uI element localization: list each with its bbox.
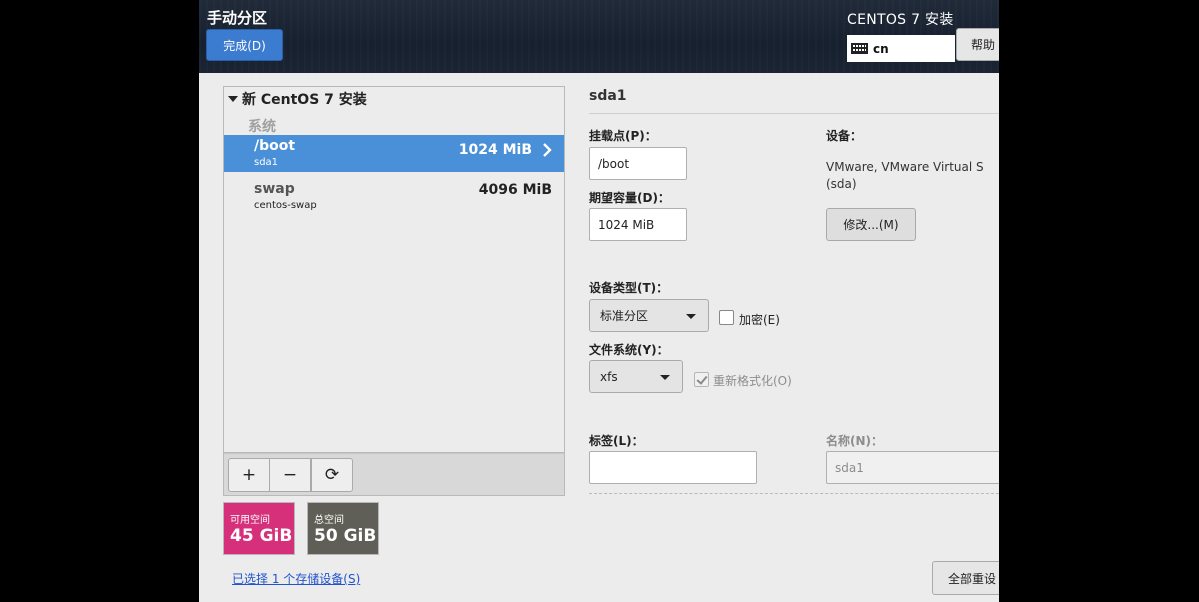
encrypt-checkbox[interactable] [719, 310, 734, 325]
mount-size: 4096 MiB [478, 182, 552, 198]
name-label: 名称(N)： [826, 434, 884, 448]
available-space-box: 可用空间 45 GiB [223, 502, 295, 555]
total-space-box: 总空间 50 GiB [307, 502, 379, 555]
encrypt-label[interactable]: 加密(E) [739, 311, 780, 328]
filesystem-select[interactable]: xfs [589, 360, 683, 393]
device-type-value: 标准分区 [600, 309, 649, 323]
mount-point-label: 挂载点(P)： [589, 129, 657, 143]
refresh-button[interactable]: ⟳ [311, 458, 353, 492]
mount-point-list: 新 CentOS 7 安装 系统 /boot sda1 1024 MiB swa… [223, 86, 565, 453]
name-input: sda1 [826, 451, 999, 484]
page-title: 手动分区 [207, 9, 268, 27]
mount-point-name: swap [254, 181, 295, 197]
mount-row-boot[interactable]: /boot sda1 1024 MiB [224, 135, 564, 172]
installer-window: 手动分区 完成(D) CENTOS 7 安装 cn 帮助 新 CentOS 7 … [199, 0, 999, 602]
device-label: 设备： [826, 129, 863, 143]
plus-icon: + [241, 465, 257, 485]
divider [589, 113, 999, 114]
refresh-icon: ⟳ [324, 465, 340, 485]
filesystem-label: 文件系统(Y)： [589, 343, 669, 357]
mount-size: 1024 MiB [458, 142, 532, 158]
installer-title: CENTOS 7 安装 [847, 12, 954, 28]
modify-button[interactable]: 修改...(M) [826, 208, 916, 241]
desired-capacity-label: 期望容量(D)： [589, 191, 670, 205]
minus-icon: − [282, 465, 298, 485]
group-system-label: 系统 [248, 119, 276, 135]
help-button[interactable]: 帮助 [956, 28, 999, 61]
mount-row-swap[interactable]: swap centos-swap 4096 MiB [224, 178, 564, 215]
done-button[interactable]: 完成(D) [206, 29, 283, 61]
mount-list-toolbar: + − ⟳ [223, 453, 565, 496]
add-mount-point-button[interactable]: + [228, 458, 270, 492]
mount-device-name: sda1 [254, 157, 279, 168]
keyboard-layout-indicator[interactable]: cn [847, 35, 955, 62]
filesystem-value: xfs [600, 369, 618, 384]
reformat-label: 重新格式化(O) [713, 374, 792, 388]
dropdown-arrow-icon [686, 314, 696, 319]
device-id: (sda) [826, 177, 857, 191]
device-type-label: 设备类型(T)： [589, 281, 669, 295]
partition-name: sda1 [589, 88, 627, 104]
reformat-checkbox [694, 372, 709, 387]
selected-devices-link[interactable]: 已选择 1 个存储设备(S) [232, 570, 360, 587]
dropdown-arrow-icon [660, 375, 670, 380]
available-space-value: 45 GiB [230, 526, 293, 546]
tag-label: 标签(L)： [589, 434, 644, 448]
device-type-select[interactable]: 标准分区 [589, 299, 709, 332]
tag-input[interactable] [589, 451, 757, 484]
header-bar: 手动分区 完成(D) CENTOS 7 安装 cn 帮助 [199, 0, 999, 73]
total-space-label: 总空间 [314, 515, 344, 526]
dashed-divider [589, 493, 999, 494]
install-group-label: 新 CentOS 7 安装 [242, 92, 367, 108]
total-space-value: 50 GiB [314, 526, 377, 546]
mount-device-name: centos-swap [254, 200, 317, 211]
device-value: VMware, VMware Virtual S (sda) [826, 159, 984, 193]
keyboard-icon [851, 43, 868, 54]
mount-point-name: /boot [254, 138, 296, 154]
mount-point-input[interactable]: /boot [589, 147, 687, 180]
triangle-down-icon[interactable] [228, 96, 238, 102]
install-group-heading[interactable]: 新 CentOS 7 安装 [228, 89, 367, 109]
available-space-label: 可用空间 [230, 515, 270, 526]
remove-mount-point-button[interactable]: − [269, 458, 311, 492]
device-model: VMware, VMware Virtual S [826, 160, 984, 174]
desired-capacity-input[interactable]: 1024 MiB [589, 208, 687, 241]
keyboard-layout-label: cn [873, 41, 889, 56]
chevron-right-icon [543, 143, 552, 157]
reset-all-button[interactable]: 全部重设 [932, 561, 999, 595]
